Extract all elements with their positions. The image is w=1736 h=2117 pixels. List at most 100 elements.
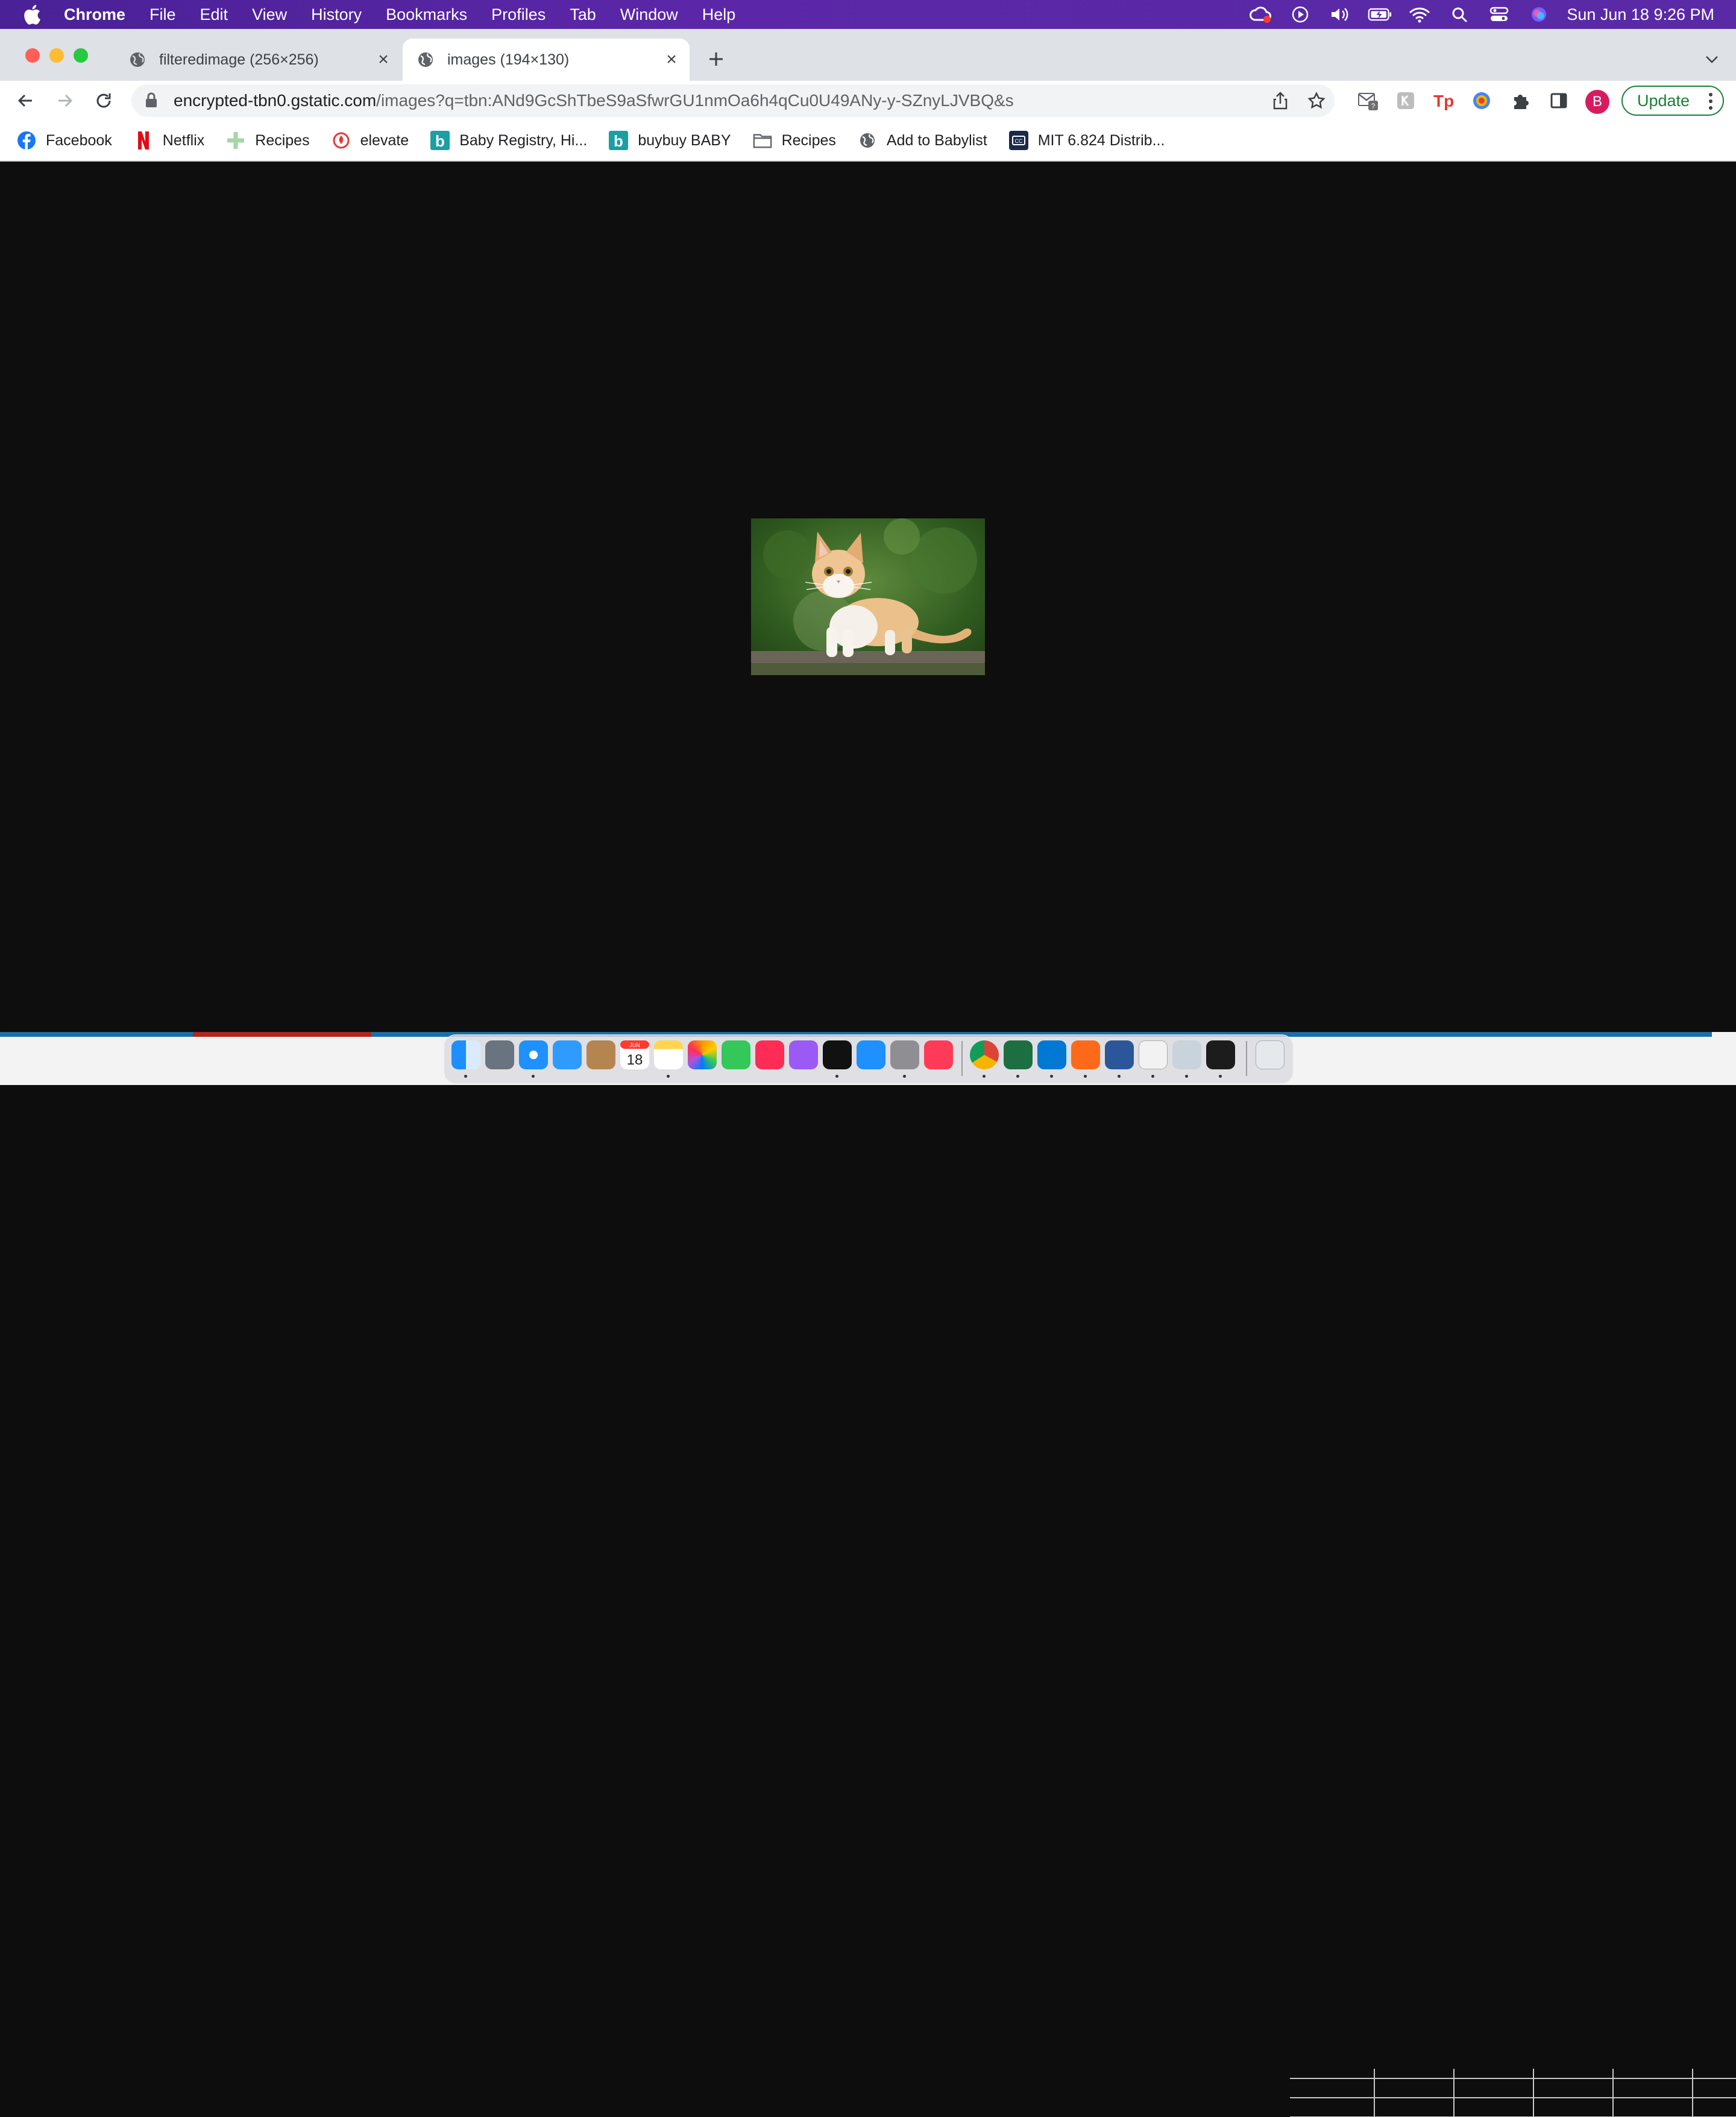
profile-avatar[interactable]: B xyxy=(1585,90,1609,114)
vscode-icon[interactable] xyxy=(1037,1040,1066,1069)
chrome-icon[interactable] xyxy=(970,1040,999,1069)
wifi-icon[interactable] xyxy=(1407,2,1432,27)
menu-window[interactable]: Window xyxy=(620,5,678,24)
menu-edit[interactable]: Edit xyxy=(200,5,228,24)
folder-icon xyxy=(753,131,772,150)
menu-bar-status-area: Sun Jun 18 9:26 PM xyxy=(1248,0,1736,29)
lock-icon[interactable] xyxy=(145,92,160,110)
running-indicator xyxy=(1016,1075,1019,1078)
trash-icon[interactable] xyxy=(1256,1040,1285,1069)
bookmark-label: Facebook xyxy=(46,131,112,149)
notes-icon[interactable] xyxy=(654,1040,683,1069)
back-button[interactable] xyxy=(13,89,37,113)
side-panel-icon[interactable] xyxy=(1547,89,1571,113)
running-indicator xyxy=(1185,1075,1188,1078)
podcasts-icon[interactable] xyxy=(789,1040,818,1069)
contacts-icon[interactable] xyxy=(587,1040,615,1069)
minimize-window-button[interactable] xyxy=(49,48,64,63)
volume-icon[interactable] xyxy=(1328,2,1352,27)
kitten-image[interactable] xyxy=(751,518,985,675)
tp-extension-icon[interactable]: Tp xyxy=(1431,89,1455,113)
more-menu-icon[interactable] xyxy=(1707,92,1714,111)
url-path: /images?q=tbn:ANd9GcShTbeS9aSfwrGU1nmOa6… xyxy=(376,91,1014,110)
close-window-button[interactable] xyxy=(25,48,40,63)
close-tab-icon[interactable]: × xyxy=(374,49,393,69)
menu-tab[interactable]: Tab xyxy=(570,5,596,24)
menu-history[interactable]: History xyxy=(311,5,362,24)
menu-help[interactable]: Help xyxy=(702,5,736,24)
bookmark-label: MIT 6.824 Distrib... xyxy=(1037,131,1165,149)
play-circle-icon[interactable] xyxy=(1288,2,1312,27)
mail-icon[interactable] xyxy=(553,1040,582,1069)
apple-menu-icon[interactable] xyxy=(22,2,42,27)
bookmark-label: Recipes xyxy=(255,131,310,149)
textedit-icon[interactable] xyxy=(1139,1040,1168,1069)
tab-strip: filteredimage (256×256) × images (194×13… xyxy=(0,29,1736,81)
spotlight-search-icon[interactable] xyxy=(1447,2,1471,27)
forward-button[interactable] xyxy=(53,89,77,113)
running-indicator xyxy=(667,1075,670,1078)
bookmark-add-to-babylist[interactable]: Add to Babylist xyxy=(858,131,987,150)
cc-icon: CC xyxy=(1008,131,1028,150)
bookmark-star-icon[interactable] xyxy=(1304,84,1329,117)
music-icon[interactable] xyxy=(755,1040,784,1069)
photos-icon[interactable] xyxy=(688,1040,717,1069)
tab-title: images (194×130) xyxy=(447,51,570,68)
menu-bookmarks[interactable]: Bookmarks xyxy=(386,5,467,24)
terminal-icon[interactable] xyxy=(1206,1040,1235,1069)
creative-cloud-icon[interactable] xyxy=(1248,2,1272,27)
menu-profiles[interactable]: Profiles xyxy=(491,5,546,24)
app-store-icon[interactable] xyxy=(857,1040,885,1069)
downloads-icon[interactable] xyxy=(1172,1040,1201,1069)
tab-filteredimage[interactable]: filteredimage (256×256) × xyxy=(115,39,401,81)
gmail-checker-icon[interactable]: ? xyxy=(1356,89,1380,113)
extensions-puzzle-icon[interactable] xyxy=(1508,89,1532,113)
menu-app-name[interactable]: Chrome xyxy=(64,5,125,24)
elevate-icon xyxy=(332,131,351,150)
news-icon[interactable] xyxy=(924,1040,953,1069)
zoom-window-button[interactable] xyxy=(74,48,88,63)
bookmark-mit-6824[interactable]: CC MIT 6.824 Distrib... xyxy=(1008,131,1165,150)
excel-icon[interactable] xyxy=(1004,1040,1033,1069)
bookmark-label: Add to Babylist xyxy=(886,131,987,149)
share-icon[interactable] xyxy=(1268,84,1292,117)
bookmark-baby-registry[interactable]: b Baby Registry, Hi... xyxy=(430,131,587,150)
apple-tv-icon[interactable] xyxy=(823,1040,852,1069)
menu-file[interactable]: File xyxy=(149,5,176,24)
url-host: encrypted-tbn0.gstatic.com xyxy=(174,91,377,110)
control-center-icon[interactable] xyxy=(1487,2,1511,27)
running-indicator xyxy=(983,1075,986,1078)
close-tab-icon[interactable]: × xyxy=(662,49,681,69)
bookmark-recipes[interactable]: Recipes xyxy=(226,131,310,150)
bookmark-buybuy-baby[interactable]: b buybuy BABY xyxy=(609,131,731,150)
menu-view[interactable]: View xyxy=(252,5,287,24)
bookmark-elevate[interactable]: elevate xyxy=(332,131,409,150)
siri-icon[interactable] xyxy=(1527,2,1551,27)
system-preferences-icon[interactable] xyxy=(890,1040,919,1069)
color-picker-extension-icon[interactable] xyxy=(1470,89,1494,113)
bookmark-recipes-folder[interactable]: Recipes xyxy=(753,131,836,150)
finder-icon[interactable] xyxy=(451,1040,480,1069)
reload-button[interactable] xyxy=(92,89,116,113)
tab-images[interactable]: images (194×130) × xyxy=(403,39,690,81)
sublime-text-icon[interactable] xyxy=(1071,1040,1100,1069)
globe-icon xyxy=(858,131,877,150)
calendar-icon[interactable]: JUN 18 xyxy=(620,1040,649,1069)
extension-grey-icon[interactable] xyxy=(1394,89,1418,113)
bookmark-netflix[interactable]: Netflix xyxy=(134,131,204,150)
svg-text:b: b xyxy=(614,132,623,150)
running-indicator xyxy=(464,1075,467,1078)
battery-icon[interactable] xyxy=(1368,2,1392,27)
dock-separator xyxy=(961,1041,963,1076)
tab-search-chevron-icon[interactable] xyxy=(1700,47,1724,71)
launchpad-icon[interactable] xyxy=(485,1040,514,1069)
safari-icon[interactable] xyxy=(519,1040,548,1069)
buybuy-icon: b xyxy=(609,131,629,150)
new-tab-button[interactable] xyxy=(704,47,728,71)
menu-bar-clock[interactable]: Sun Jun 18 9:26 PM xyxy=(1567,5,1714,24)
word-icon[interactable] xyxy=(1105,1040,1134,1069)
address-bar[interactable]: encrypted-tbn0.gstatic.com/images?q=tbn:… xyxy=(131,84,1335,117)
bookmark-facebook[interactable]: Facebook xyxy=(17,131,112,150)
facetime-icon[interactable] xyxy=(722,1040,750,1069)
update-button[interactable]: Update xyxy=(1621,86,1724,116)
